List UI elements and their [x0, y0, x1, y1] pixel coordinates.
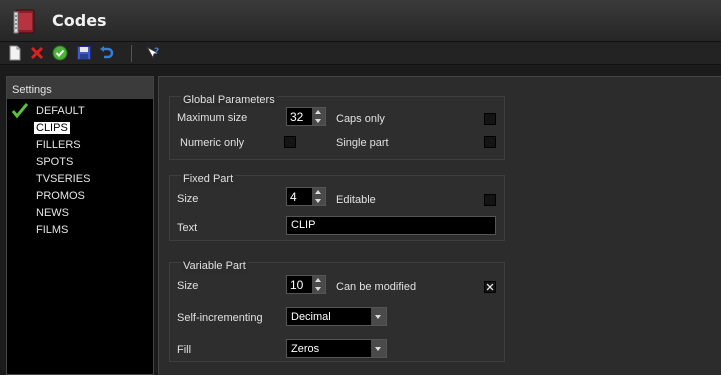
global-parameters-group: Global Parameters Maximum size 32 Caps o…	[169, 94, 505, 160]
fixed-size-label: Size	[177, 193, 199, 205]
maximum-size-stepper[interactable]: 32	[286, 107, 326, 126]
stepper-down-icon[interactable]	[312, 285, 325, 293]
toolbar: ?	[0, 42, 721, 65]
fixed-size-stepper[interactable]: 4	[286, 187, 326, 206]
fixed-text-input[interactable]: CLIP	[286, 216, 496, 235]
fill-label: Fill	[177, 344, 192, 356]
title-bar: Codes	[0, 0, 721, 42]
main-panel: Global Parameters Maximum size 32 Caps o…	[158, 76, 721, 375]
settings-item-tvseries[interactable]: TVSERIES	[7, 171, 153, 188]
stepper-up-icon[interactable]	[312, 188, 325, 196]
stepper-up-icon[interactable]	[312, 108, 325, 116]
settings-list: DEFAULT CLIPS FILLERS SPOTS TVSERIES PRO…	[7, 99, 153, 239]
stepper-buttons	[312, 108, 325, 125]
delete-x-icon[interactable]	[29, 45, 45, 61]
stepper-value: 4	[290, 190, 297, 204]
can-be-modified-label: Can be modified	[336, 281, 417, 293]
select-value: Decimal	[291, 311, 331, 323]
codes-book-icon	[13, 9, 35, 34]
settings-item-label: SPOTS	[36, 156, 74, 168]
self-incrementing-label: Self-incrementing	[177, 312, 263, 324]
fill-select[interactable]: Zeros	[286, 339, 387, 358]
new-document-icon[interactable]	[7, 45, 23, 61]
svg-text:?: ?	[154, 47, 159, 57]
settings-item-fillers[interactable]: FILLERS	[7, 137, 153, 154]
green-check-icon[interactable]	[52, 45, 68, 61]
self-incrementing-select[interactable]: Decimal	[286, 307, 387, 326]
check-mark-icon	[12, 103, 28, 119]
settings-panel: Settings DEFAULT CLIPS FILLERS SPOTS TVS…	[6, 76, 154, 375]
stepper-buttons	[312, 188, 325, 205]
fixed-text-label: Text	[177, 222, 198, 234]
fixed-part-group: Fixed Part Size 4 Editable Text CLIP	[169, 173, 505, 241]
editable-checkbox[interactable]	[484, 194, 496, 206]
group-title: Fixed Part	[181, 173, 236, 186]
window-title: Codes	[52, 11, 107, 30]
caps-only-checkbox[interactable]	[484, 113, 496, 125]
settings-item-label: FILMS	[36, 224, 69, 236]
numeric-only-label: Numeric only	[180, 137, 245, 149]
undo-arrow-icon[interactable]	[98, 45, 114, 61]
stepper-down-icon[interactable]	[312, 117, 325, 125]
variable-size-stepper[interactable]: 10	[286, 275, 326, 294]
settings-item-label: PROMOS	[36, 190, 85, 202]
single-part-checkbox[interactable]	[484, 136, 496, 148]
caps-only-label: Caps only	[336, 113, 385, 125]
stepper-value: 32	[290, 110, 304, 124]
settings-header: Settings	[7, 77, 153, 99]
select-value: Zeros	[291, 343, 320, 355]
settings-item-spots[interactable]: SPOTS	[7, 154, 153, 171]
settings-item-news[interactable]: NEWS	[7, 205, 153, 222]
settings-item-label: FILLERS	[36, 139, 81, 151]
settings-item-label: DEFAULT	[36, 105, 85, 117]
checkbox-x-icon	[486, 283, 494, 291]
settings-item-clips[interactable]: CLIPS	[7, 120, 153, 137]
settings-item-label: NEWS	[36, 207, 69, 219]
stepper-up-icon[interactable]	[312, 276, 325, 284]
settings-item-label: CLIPS	[34, 122, 70, 134]
toolbar-separator	[131, 45, 132, 62]
stepper-down-icon[interactable]	[312, 197, 325, 205]
stepper-buttons	[312, 276, 325, 293]
chevron-down-icon[interactable]	[371, 340, 386, 357]
group-title: Variable Part	[181, 260, 248, 273]
stepper-value: 10	[290, 278, 304, 292]
single-part-label: Single part	[336, 137, 389, 149]
help-pointer-icon[interactable]: ?	[145, 45, 161, 61]
floppy-disk-icon[interactable]	[76, 45, 92, 61]
settings-item-films[interactable]: FILMS	[7, 222, 153, 239]
settings-item-label: TVSERIES	[36, 173, 91, 185]
variable-part-group: Variable Part Size 10 Can be modified Se…	[169, 260, 505, 362]
maximum-size-label: Maximum size	[177, 112, 248, 124]
numeric-only-checkbox[interactable]	[284, 136, 296, 148]
group-title: Global Parameters	[181, 94, 277, 107]
settings-item-promos[interactable]: PROMOS	[7, 188, 153, 205]
chevron-down-icon[interactable]	[371, 308, 386, 325]
settings-item-default[interactable]: DEFAULT	[7, 103, 153, 120]
can-be-modified-checkbox[interactable]	[484, 281, 496, 293]
editable-label: Editable	[336, 194, 376, 206]
variable-size-label: Size	[177, 280, 199, 292]
